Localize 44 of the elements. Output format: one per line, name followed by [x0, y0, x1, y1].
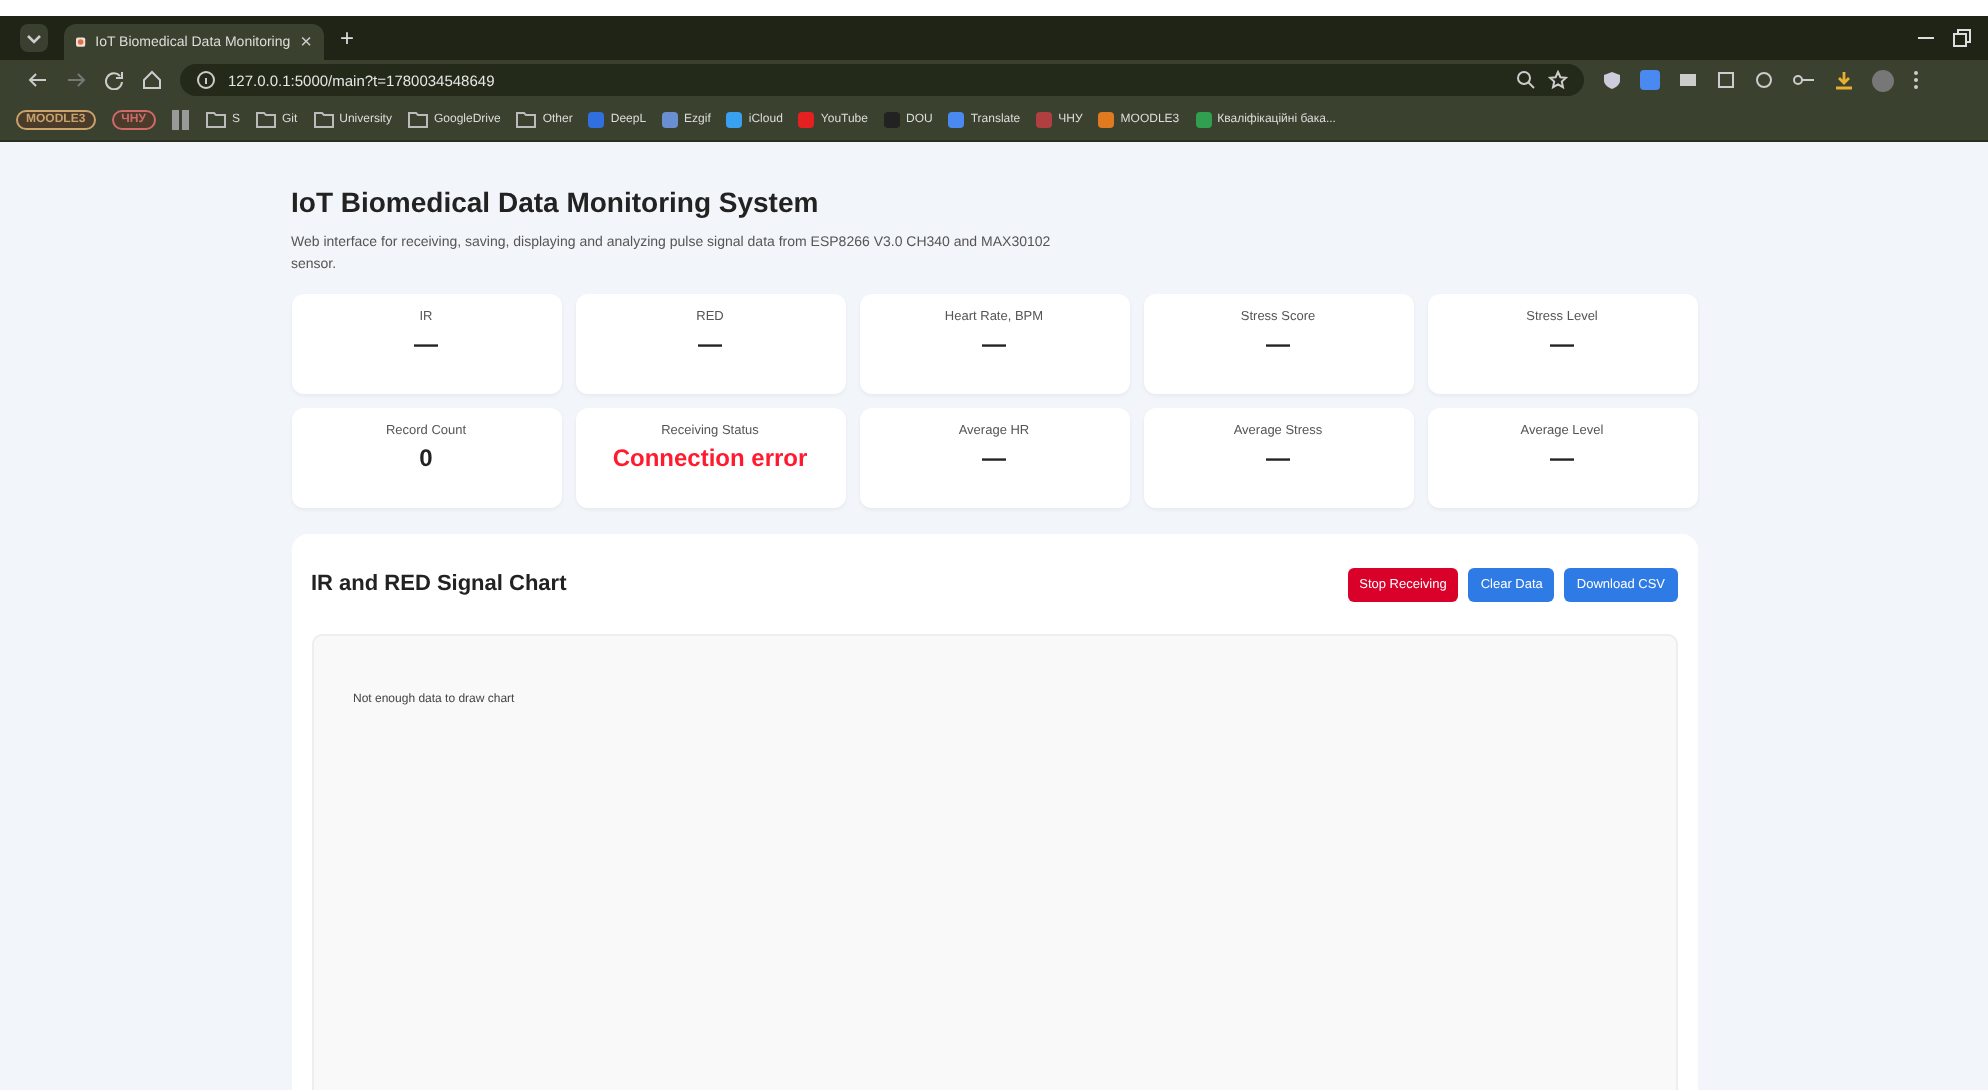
stat-value: 0: [419, 444, 433, 473]
stat-value: —: [1550, 444, 1574, 473]
tab-close[interactable]: ×: [300, 31, 312, 53]
favicon-icon: [76, 32, 86, 52]
folder-icon: [255, 112, 276, 128]
page-title: IoT Biomedical Data Monitoring System: [291, 186, 821, 218]
folder-icon: [407, 112, 428, 128]
star-icon[interactable]: [1548, 70, 1568, 90]
stat-value: —: [982, 444, 1006, 473]
folder-icon: [313, 112, 334, 128]
site-icon: [883, 112, 900, 128]
stat-value: —: [414, 330, 438, 359]
home-icon[interactable]: [142, 70, 162, 90]
stat-value: —: [1266, 330, 1290, 359]
stat-value: Connection error: [612, 444, 808, 473]
site-icon: [588, 112, 605, 128]
site-icon: [1036, 112, 1053, 128]
reload-icon[interactable]: [104, 70, 124, 90]
folder-icon: [516, 112, 537, 128]
site-icon: [1195, 112, 1212, 128]
shield-icon[interactable]: [1602, 70, 1622, 90]
zoom-icon[interactable]: [1516, 70, 1536, 90]
download-icon[interactable]: [1834, 70, 1854, 90]
stat-value: —: [982, 330, 1006, 359]
site-icon: [798, 112, 815, 128]
back-icon[interactable]: [28, 70, 48, 90]
apps-icon[interactable]: [171, 110, 190, 130]
folder-icon: [205, 112, 226, 128]
stat-value: —: [1550, 330, 1574, 359]
chart-title: IR and RED Signal Chart: [311, 572, 567, 597]
stat-value: —: [698, 330, 722, 359]
site-info-icon[interactable]: [196, 70, 216, 90]
key-icon[interactable]: [1792, 70, 1816, 90]
site-icon: [948, 112, 965, 128]
menu-icon[interactable]: [1912, 70, 1920, 90]
site-icon: [662, 112, 679, 128]
screen-icon[interactable]: [1678, 70, 1698, 90]
restore-icon[interactable]: [1952, 28, 1972, 48]
extension-icon[interactable]: [1716, 70, 1736, 90]
site-icon: [726, 112, 743, 128]
stat-value: —: [1266, 444, 1290, 473]
site-icon: [1098, 112, 1115, 128]
new-tab-button[interactable]: +: [340, 24, 355, 52]
tab-list-icon[interactable]: [20, 24, 48, 52]
